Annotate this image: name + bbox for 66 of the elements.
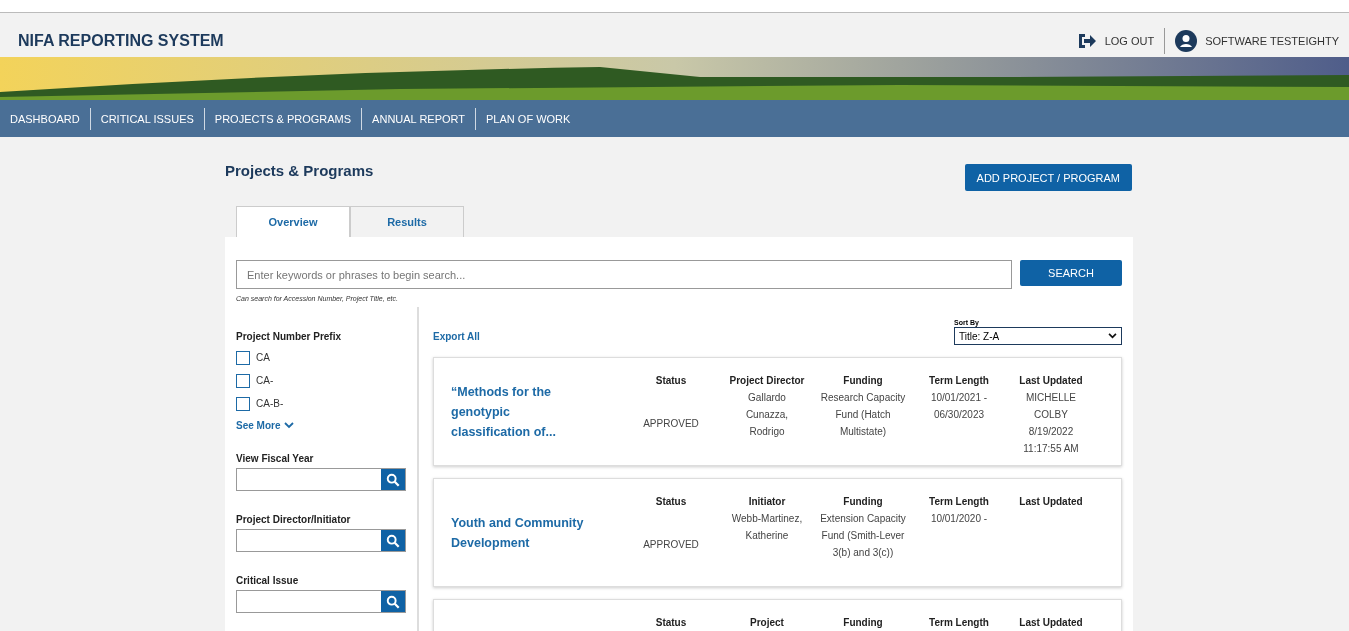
column-value: Extension Capacity Fund (Smith-Lever 3(b) and 3(c)): [819, 512, 907, 560]
app-title: NIFA REPORTING SYSTEM: [18, 31, 225, 50]
column-value: 10/01/2021 - 06/30/2023: [929, 391, 989, 422]
search-field[interactable]: Enter keywords or phrases to begin search...: [236, 260, 1012, 289]
checkbox[interactable]: [236, 350, 250, 365]
column-heading: Last Updated: [1018, 616, 1084, 630]
column-heading: Project: [749, 616, 785, 630]
tab[interactable]: Overview: [236, 206, 350, 237]
checkbox[interactable]: [236, 396, 250, 411]
chevron-down-icon: [1108, 333, 1117, 339]
column-heading: Last Updated: [1018, 374, 1084, 388]
nav-link[interactable]: CRITICAL ISSUES: [89, 107, 204, 130]
nav-link[interactable]: DASHBOARD: [0, 107, 90, 130]
column-heading: Term Length: [928, 616, 990, 630]
column-heading: Initiator: [747, 495, 787, 509]
column-value: APPROVED: [643, 416, 699, 431]
logout-icon: [1076, 32, 1097, 49]
filter-field[interactable]: [236, 590, 406, 613]
column-heading: Project Director: [728, 374, 806, 388]
nav-link[interactable]: PLAN OF WORK: [475, 107, 581, 130]
chevron-down-icon: [284, 422, 295, 429]
project-title-link[interactable]: Youth and Community Development: [451, 512, 591, 553]
search-button[interactable]: [381, 469, 405, 490]
column-value: Gallardo Cunazza, Rodrigo: [744, 391, 790, 439]
nav-link[interactable]: ANNUAL REPORT: [361, 107, 476, 130]
sort-select[interactable]: Title: Z-A: [954, 327, 1122, 345]
prefix-checkbox[interactable]: CA-: [236, 369, 417, 392]
tab[interactable]: Results: [350, 206, 464, 237]
column-heading: Status: [654, 616, 688, 630]
checkbox[interactable]: [236, 373, 250, 388]
search-button[interactable]: SEARCH: [1020, 260, 1122, 286]
filter-title: Project Number Prefix: [236, 331, 343, 342]
see-more-link[interactable]: See More: [236, 420, 417, 431]
column-heading: Funding: [842, 616, 884, 630]
user-avatar-icon: [1175, 29, 1198, 52]
column-heading: Term Length: [928, 495, 990, 509]
filter-field[interactable]: [236, 468, 406, 491]
page-title: Projects & Programs: [225, 162, 374, 179]
filter-field[interactable]: [236, 529, 406, 552]
column-heading: Funding: [842, 374, 884, 388]
search-button[interactable]: [381, 530, 405, 551]
add-project-button[interactable]: ADD PROJECT / PROGRAM: [964, 164, 1132, 191]
column-heading: Last Updated: [1018, 495, 1084, 509]
column-heading: Term Length: [928, 374, 990, 388]
column-value: Research Capacity Fund (Hatch Multistate): [819, 391, 907, 439]
filter-title: Critical Issue: [236, 575, 300, 586]
column-value: Webb-Martinez, Katherine: [730, 512, 804, 543]
search-icon: [386, 533, 400, 548]
column-heading: Status: [654, 495, 688, 509]
column-value: APPROVED: [643, 537, 699, 552]
search-icon: [386, 472, 400, 487]
search-icon: [386, 594, 400, 609]
column-heading: Funding: [842, 495, 884, 509]
logout-link[interactable]: LOG OUT: [1066, 32, 1165, 49]
nav-link[interactable]: PROJECTS & PROGRAMS: [203, 107, 362, 130]
column-value: 10/01/2020 -: [929, 512, 989, 526]
user-menu[interactable]: SOFTWARE TESTEIGHTY: [1165, 29, 1349, 52]
filter-title: View Fiscal Year: [236, 453, 315, 464]
filter-title: Project Director/Initiator: [236, 514, 352, 525]
prefix-checkbox[interactable]: CA: [236, 346, 417, 369]
search-button[interactable]: [381, 591, 405, 612]
column-value: MICHELLE COLBY 8/19/2022 11:17:55 AM: [1022, 391, 1080, 456]
column-heading: Status: [654, 374, 688, 388]
prefix-checkbox[interactable]: CA-B-: [236, 392, 417, 415]
export-all-link[interactable]: Export All: [433, 331, 480, 342]
project-title-link[interactable]: “Methods for the genotypic classification of...: [451, 381, 591, 442]
